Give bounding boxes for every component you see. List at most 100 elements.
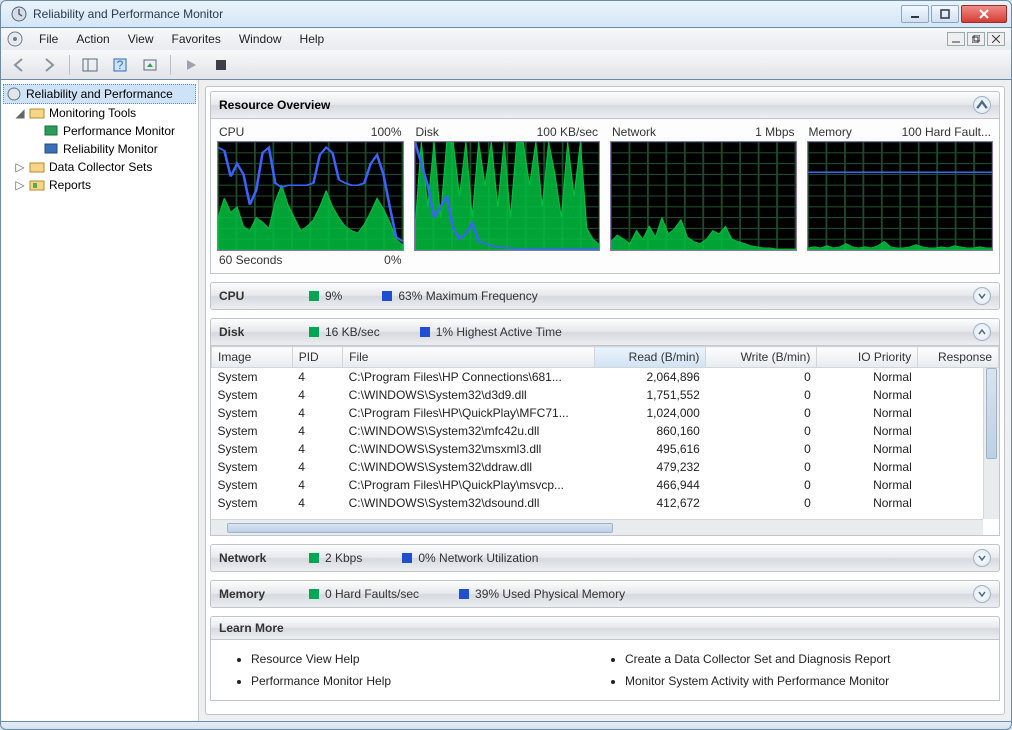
- mdi-restore-button[interactable]: [967, 32, 985, 46]
- tree-reports[interactable]: ▷ Reports: [3, 176, 196, 194]
- menu-action[interactable]: Action: [68, 30, 117, 48]
- learn-link[interactable]: Monitor System Activity with Performance…: [625, 670, 979, 692]
- tree-data-collector-sets[interactable]: ▷ Data Collector Sets: [3, 158, 196, 176]
- svg-text:?: ?: [117, 58, 124, 72]
- green-swatch-icon: [309, 589, 319, 599]
- horizontal-scrollbar[interactable]: [211, 519, 983, 535]
- disk-section-header[interactable]: Disk 16 KB/sec 1% Highest Active Time: [210, 318, 1000, 346]
- table-row[interactable]: System4C:\WINDOWS\System32\mfc42u.dll860…: [212, 422, 999, 440]
- green-swatch-icon: [309, 327, 319, 337]
- tree-monitoring-tools[interactable]: ◢ Monitoring Tools: [3, 104, 196, 122]
- table-row[interactable]: System4C:\WINDOWS\System32\d3d9.dll1,751…: [212, 386, 999, 404]
- perfmon-icon: [6, 86, 22, 102]
- chart-memory[interactable]: Memory100 Hard Fault...: [807, 125, 994, 267]
- table-row[interactable]: System4C:\WINDOWS\System32\ddraw.dll479,…: [212, 458, 999, 476]
- learn-more-body: Resource View Help Performance Monitor H…: [210, 640, 1000, 701]
- learn-link[interactable]: Create a Data Collector Set and Diagnosi…: [625, 648, 979, 670]
- network-throughput-value: 2 Kbps: [325, 551, 362, 565]
- table-row[interactable]: System4C:\WINDOWS\System32\dsound.dll412…: [212, 494, 999, 512]
- properties-button[interactable]: ?: [108, 53, 132, 77]
- green-swatch-icon: [309, 291, 319, 301]
- main-area: Reliability and Performance ◢ Monitoring…: [0, 80, 1012, 722]
- stop-button[interactable]: [209, 53, 233, 77]
- app-menu-icon: [7, 31, 23, 47]
- menu-favorites[interactable]: Favorites: [164, 30, 229, 48]
- col-priority[interactable]: IO Priority: [817, 347, 918, 368]
- network-title: Network: [219, 551, 309, 565]
- chart-scale: 1 Mbps: [755, 125, 794, 139]
- expand-memory-icon[interactable]: [973, 585, 991, 603]
- col-pid[interactable]: PID: [292, 347, 342, 368]
- blue-swatch-icon: [402, 553, 412, 563]
- navigation-tree[interactable]: Reliability and Performance ◢ Monitoring…: [1, 80, 199, 721]
- table-row[interactable]: System4C:\Program Files\HP Connections\6…: [212, 368, 999, 387]
- disk-io-value: 16 KB/sec: [325, 325, 380, 339]
- col-image[interactable]: Image: [212, 347, 293, 368]
- chart-cpu[interactable]: CPU100%60 Seconds0%: [217, 125, 404, 267]
- close-button[interactable]: [961, 5, 1007, 23]
- forward-button[interactable]: [37, 53, 61, 77]
- play-button[interactable]: [179, 53, 203, 77]
- chart-name: CPU: [219, 125, 244, 139]
- expand-icon[interactable]: ▷: [15, 178, 25, 192]
- col-write[interactable]: Write (B/min): [706, 347, 817, 368]
- back-button[interactable]: [7, 53, 31, 77]
- tree-monitoring-label: Monitoring Tools: [49, 106, 136, 120]
- content-pane: Resource Overview CPU100%60 Seconds0%Dis…: [199, 80, 1011, 721]
- mdi-close-button[interactable]: [987, 32, 1005, 46]
- tree-performance-monitor[interactable]: Performance Monitor: [3, 122, 196, 140]
- table-row[interactable]: System4C:\WINDOWS\System32\msxml3.dll495…: [212, 440, 999, 458]
- blue-swatch-icon: [420, 327, 430, 337]
- window-title: Reliability and Performance Monitor: [33, 7, 901, 21]
- folder-reports-icon: [29, 177, 45, 193]
- tree-perfmon-label: Performance Monitor: [63, 124, 175, 138]
- learn-link[interactable]: Resource View Help: [251, 648, 605, 670]
- expand-network-icon[interactable]: [973, 549, 991, 567]
- minimize-button[interactable]: [901, 5, 929, 23]
- col-file[interactable]: File: [343, 347, 595, 368]
- network-util-value: 0% Network Utilization: [418, 551, 538, 565]
- collapse-icon[interactable]: ◢: [15, 106, 25, 120]
- tree-root[interactable]: Reliability and Performance: [3, 84, 196, 104]
- menu-bar: File Action View Favorites Window Help: [0, 28, 1012, 50]
- menu-view[interactable]: View: [120, 30, 162, 48]
- cpu-section-header[interactable]: CPU 9% 63% Maximum Frequency: [210, 282, 1000, 310]
- collapse-overview-icon[interactable]: [973, 96, 991, 114]
- mdi-minimize-button[interactable]: [947, 32, 965, 46]
- chart-foot-right: 0%: [384, 253, 401, 267]
- expand-cpu-icon[interactable]: [973, 287, 991, 305]
- perfmon-node-icon: [43, 123, 59, 139]
- table-row[interactable]: System4C:\Program Files\HP\QuickPlay\MFC…: [212, 404, 999, 422]
- menu-help[interactable]: Help: [292, 30, 333, 48]
- window-border-bottom: [0, 722, 1012, 730]
- disk-title: Disk: [219, 325, 309, 339]
- menu-window[interactable]: Window: [231, 30, 290, 48]
- expand-icon[interactable]: ▷: [15, 160, 25, 174]
- chart-disk[interactable]: Disk100 KB/sec: [414, 125, 601, 267]
- col-response[interactable]: Response: [918, 347, 999, 368]
- chart-scale: 100 Hard Fault...: [902, 125, 991, 139]
- table-row[interactable]: System4C:\Program Files\HP\QuickPlay\msv…: [212, 476, 999, 494]
- col-read[interactable]: Read (B/min): [595, 347, 706, 368]
- collapse-disk-icon[interactable]: [973, 323, 991, 341]
- folder-tools-icon: [29, 105, 45, 121]
- tree-reports-label: Reports: [49, 178, 91, 192]
- learn-link[interactable]: Performance Monitor Help: [251, 670, 605, 692]
- menu-file[interactable]: File: [31, 30, 66, 48]
- overview-header[interactable]: Resource Overview: [210, 91, 1000, 119]
- network-section-header[interactable]: Network 2 Kbps 0% Network Utilization: [210, 544, 1000, 572]
- app-icon: [11, 6, 27, 22]
- chart-scale: 100 KB/sec: [537, 125, 598, 139]
- memory-section-header[interactable]: Memory 0 Hard Faults/sec 39% Used Physic…: [210, 580, 1000, 608]
- resource-panel: Resource Overview CPU100%60 Seconds0%Dis…: [205, 86, 1005, 715]
- tree-relmon-label: Reliability Monitor: [63, 142, 158, 156]
- chart-network[interactable]: Network1 Mbps: [610, 125, 797, 267]
- maximize-button[interactable]: [931, 5, 959, 23]
- vertical-scrollbar[interactable]: [983, 368, 999, 519]
- export-button[interactable]: [138, 53, 162, 77]
- show-hide-tree-button[interactable]: [78, 53, 102, 77]
- tree-reliability-monitor[interactable]: Reliability Monitor: [3, 140, 196, 158]
- memory-used-value: 39% Used Physical Memory: [475, 587, 625, 601]
- blue-swatch-icon: [459, 589, 469, 599]
- learn-more-header[interactable]: Learn More: [210, 616, 1000, 640]
